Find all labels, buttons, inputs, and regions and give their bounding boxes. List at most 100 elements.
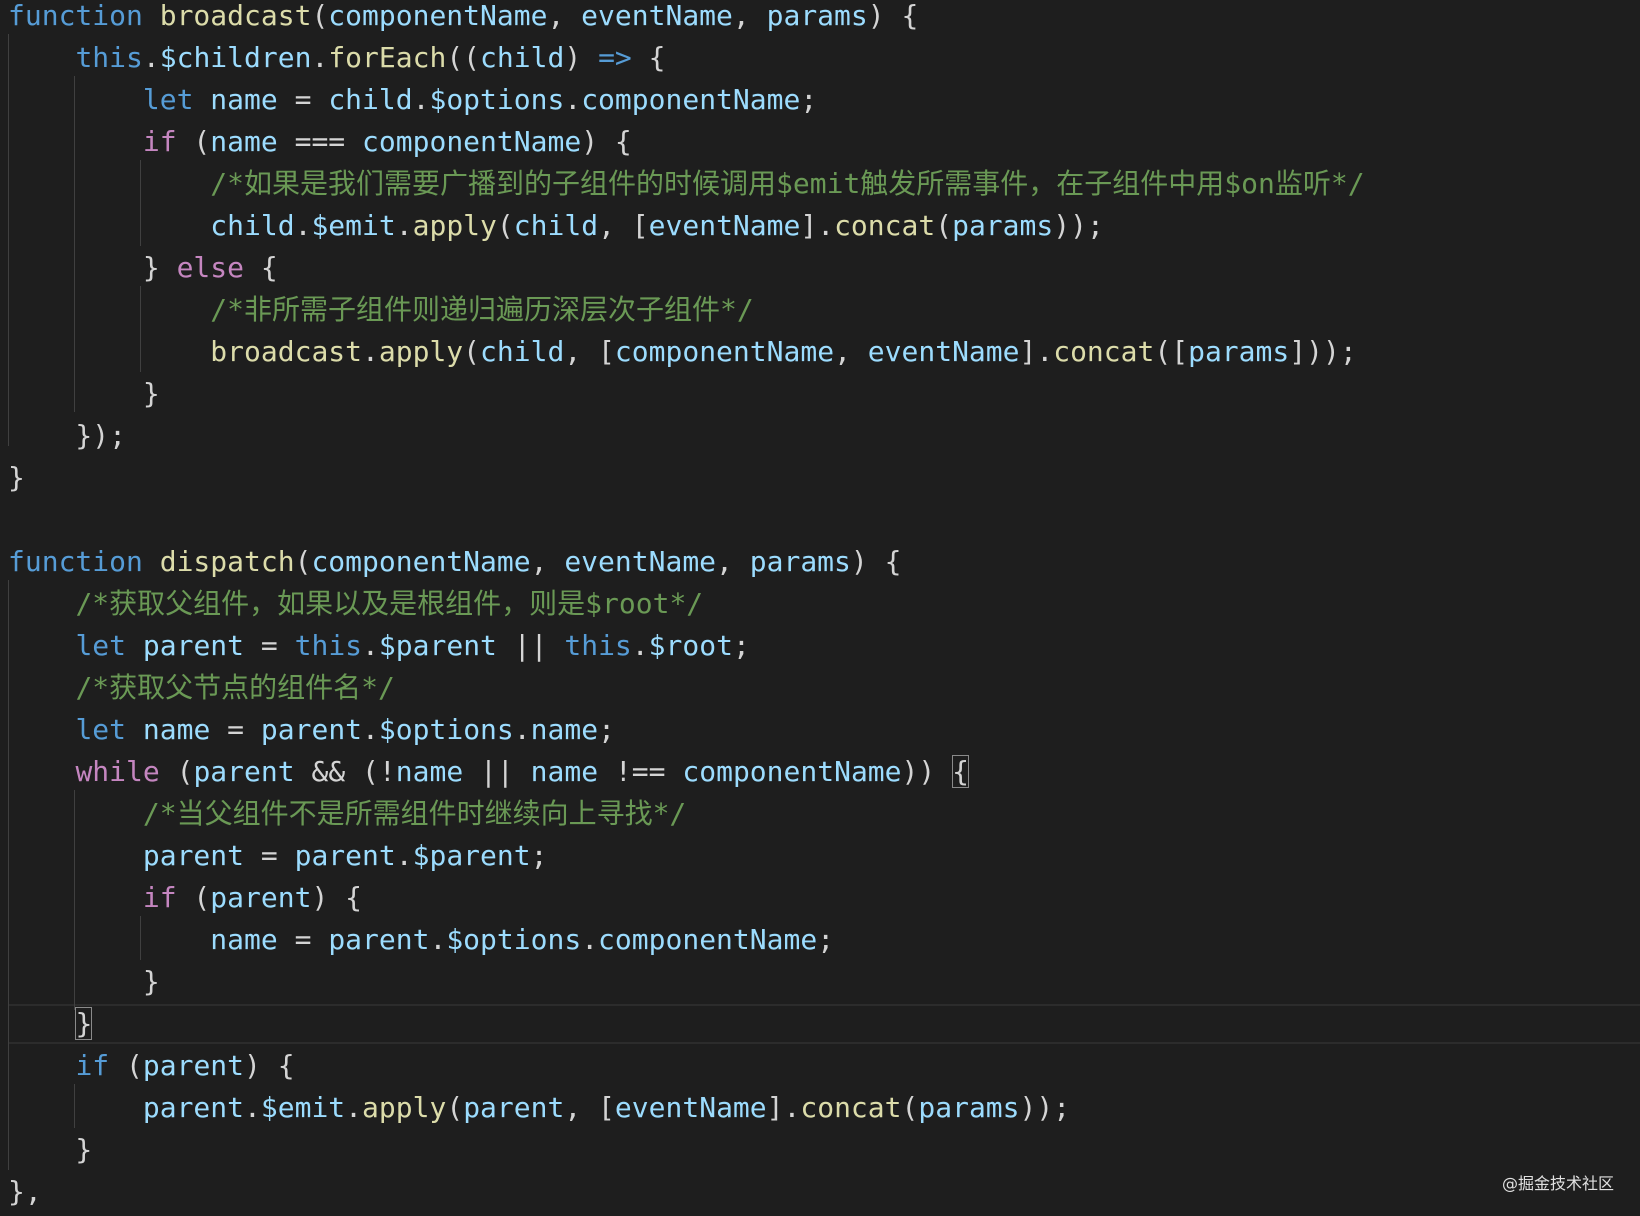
code-token: parent — [142, 839, 245, 872]
code-token: componentName — [362, 125, 582, 158]
code-token: parent — [193, 755, 295, 788]
code-token: = — [244, 629, 295, 662]
code-token: $root — [648, 629, 733, 662]
code-token: name — [395, 755, 464, 788]
code-token: { — [631, 41, 666, 74]
code-token: } — [8, 1133, 93, 1166]
code-token: ; — [800, 83, 818, 116]
code-token: , [ — [564, 1091, 615, 1124]
code-token: child — [480, 41, 565, 74]
code-token: = — [210, 713, 261, 746]
code-token: name — [210, 83, 278, 116]
code-token: . — [429, 923, 447, 956]
code-token: if — [142, 125, 177, 158]
code-token: /*非所需子组件则递归遍历深层次子组件*/ — [210, 293, 754, 326]
code-token: concat — [834, 209, 936, 242]
code-token: || — [463, 755, 531, 788]
code-token: ( — [294, 545, 312, 578]
code-line: /*获取父节点的组件名*/ — [0, 667, 1640, 709]
code-token: let — [142, 83, 194, 116]
code-token: ( — [446, 1091, 464, 1124]
code-token: apply — [412, 209, 497, 242]
code-token: ) { — [581, 125, 632, 158]
code-token: . — [142, 41, 160, 74]
code-token: child — [328, 83, 413, 116]
code-token: parent — [294, 839, 396, 872]
code-token: broadcast — [159, 0, 312, 32]
code-token: . — [395, 839, 413, 872]
code-token: $options — [429, 83, 565, 116]
code-token: ) — [564, 41, 599, 74]
code-token: ) { — [850, 545, 902, 578]
code-token: $emit — [260, 1091, 346, 1124]
code-line: broadcast.apply(child, [componentName, e… — [0, 331, 1640, 373]
code-token: forEach — [328, 41, 447, 74]
code-token: parent — [260, 713, 363, 746]
code-token: = — [244, 839, 295, 872]
code-token: => — [598, 41, 632, 74]
code-token: if — [142, 881, 177, 914]
code-token: params — [749, 545, 851, 578]
code-token: /*获取父组件，如果以及是根组件，则是$root*/ — [75, 587, 704, 620]
code-token: }); — [8, 419, 127, 452]
code-token: function — [8, 545, 143, 578]
code-token: this — [564, 629, 632, 662]
code-token: ; — [817, 923, 835, 956]
watermark: @掘金技术社区 — [1501, 1174, 1614, 1193]
code-token: function — [8, 0, 143, 32]
code-token: child — [480, 335, 565, 368]
code-token: let — [75, 629, 127, 662]
code-token: parent — [463, 1091, 565, 1124]
code-line: } — [0, 457, 1640, 499]
code-token: $options — [378, 713, 514, 746]
code-token: apply — [362, 1091, 447, 1124]
code-token: $parent — [412, 839, 531, 872]
code-token: . — [412, 83, 430, 116]
code-token: . — [362, 335, 379, 368]
code-token: parent — [328, 923, 430, 956]
code-line: parent = parent.$parent; — [0, 835, 1640, 877]
code-token: } — [8, 965, 160, 998]
code-token: /*如果是我们需要广播到的子组件的时候调用$emit触发所需事件，在子组件中用$… — [210, 167, 1365, 200]
code-token: . — [244, 1091, 261, 1124]
code-token: if — [75, 1049, 110, 1082]
code-token: !== — [598, 755, 683, 788]
code-token: eventName — [581, 0, 733, 32]
code-token: componentName — [598, 923, 818, 956]
code-token: ; — [732, 629, 750, 662]
code-line: function broadcast(componentName, eventN… — [0, 0, 1640, 37]
code-token: $children — [159, 41, 312, 74]
code-token: = — [277, 923, 329, 956]
code-token: name — [530, 755, 599, 788]
code-token: ]. — [766, 1091, 801, 1124]
code-token: . — [345, 1091, 363, 1124]
code-token: ( — [463, 335, 481, 368]
code-token: ])); — [1289, 335, 1357, 368]
code-token: . — [631, 629, 649, 662]
code-line: if (parent) { — [0, 1045, 1640, 1087]
code-editor[interactable]: function broadcast(componentName, eventN… — [0, 0, 1640, 1216]
code-token: componentName — [581, 83, 801, 116]
code-token: componentName — [311, 545, 531, 578]
code-token: } — [8, 377, 160, 410]
code-token: $options — [446, 923, 582, 956]
code-token: , — [834, 335, 868, 368]
code-token: ; — [530, 839, 548, 872]
code-token: parent — [142, 1049, 245, 1082]
code-line: this.$children.forEach((child) => { — [0, 37, 1640, 79]
